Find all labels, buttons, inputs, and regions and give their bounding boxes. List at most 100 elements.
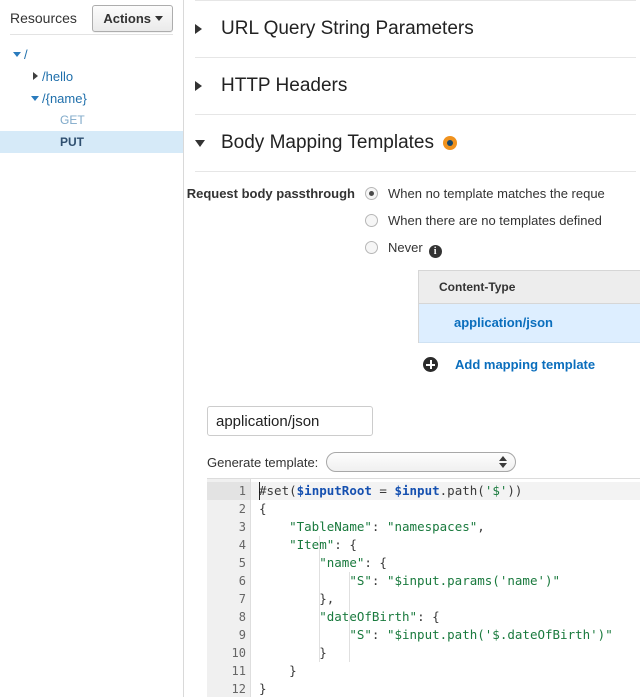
section-title: URL Query String Parameters <box>221 18 474 40</box>
sidebar-header: Resources Actions <box>0 0 183 34</box>
code-line: "S": "$input.params('name')" <box>251 572 640 590</box>
editor-caret <box>259 482 260 500</box>
code-token-punct: : { <box>417 609 440 624</box>
content-type-column-header: Content-Type <box>419 271 640 304</box>
radio-label-2[interactable]: Neveri <box>388 240 442 258</box>
radio-2[interactable] <box>365 241 378 254</box>
line-number: 6 <box>207 572 250 590</box>
code-token-punct <box>259 573 349 588</box>
line-number: 8 <box>207 608 250 626</box>
code-token-str: "S" <box>349 627 372 642</box>
code-line: "Item": { <box>251 536 640 554</box>
code-token-dir: #set <box>259 483 289 498</box>
tree-item-name[interactable]: /{name} <box>0 87 183 109</box>
request-body-passthrough-group: Request body passthroughWhen no template… <box>185 172 640 277</box>
code-line: "TableName": "namespaces", <box>251 518 640 536</box>
chevron-right-icon[interactable] <box>28 72 42 80</box>
code-token-punct: : <box>372 573 387 588</box>
section-body-mapping-templates: Body Mapping Templates <box>185 115 640 172</box>
code-line: }, <box>251 590 640 608</box>
content-type-input[interactable] <box>207 406 373 436</box>
tree-item-[interactable]: / <box>0 43 183 65</box>
code-token-punct: : <box>372 519 387 534</box>
info-icon[interactable]: i <box>429 245 442 258</box>
code-token-str: "TableName" <box>289 519 372 534</box>
code-token-punct: }, <box>259 591 334 606</box>
code-token-str: "dateOfBirth" <box>319 609 417 624</box>
code-token-punct <box>259 555 319 570</box>
code-token-punct: } <box>259 681 267 696</box>
content-type-link[interactable]: application/json <box>454 315 553 330</box>
editor-line-numbers[interactable]: 123456789101112 <box>207 479 251 697</box>
section-header-url-query-string-parameters[interactable]: URL Query String Parameters <box>185 1 640 57</box>
generate-template-select[interactable] <box>326 452 516 472</box>
table-row[interactable]: application/json <box>419 304 640 343</box>
tree-item-label: /{name} <box>42 91 87 106</box>
generate-template-row: Generate template: <box>207 452 516 472</box>
section-http-headers: HTTP Headers <box>185 58 640 115</box>
code-token-punct: } <box>259 645 327 660</box>
chevron-right-icon <box>195 24 211 34</box>
radio-label-1[interactable]: When there are no templates defined <box>388 213 602 229</box>
section-title: Body Mapping Templates <box>221 132 434 154</box>
tree-item-label: PUT <box>60 135 84 149</box>
code-token-punct: ( <box>289 483 297 498</box>
code-token-punct <box>259 537 289 552</box>
code-line: #set($inputRoot = $input.path('$')) <box>251 482 640 500</box>
code-line: } <box>251 662 640 680</box>
code-token-str: '$' <box>485 483 508 498</box>
mapping-template-editor[interactable]: 123456789101112 #set($inputRoot = $input… <box>207 478 640 697</box>
code-token-str: "name" <box>319 555 364 570</box>
app-root: Resources Actions / /hello /{name} GET PUT U… <box>0 0 640 697</box>
radio-0[interactable] <box>365 187 378 200</box>
code-token-punct <box>259 609 319 624</box>
radio-label-0[interactable]: When no template matches the reque <box>388 186 605 202</box>
line-number: 12 <box>207 680 250 697</box>
tree-item-label: / <box>24 47 28 62</box>
section-header-http-headers[interactable]: HTTP Headers <box>185 58 640 114</box>
code-token-dir: path <box>447 483 477 498</box>
line-number: 9 <box>207 626 250 644</box>
line-number: 7 <box>207 590 250 608</box>
resource-tree: / /hello /{name} GET PUT <box>0 35 183 153</box>
content-type-table: Content-Type application/json <box>418 270 640 343</box>
tree-item-label: /hello <box>42 69 73 84</box>
resources-sidebar: Resources Actions / /hello /{name} GET PUT <box>0 0 184 697</box>
code-line: } <box>251 644 640 662</box>
method-execution-panel: URL Query String Parameters HTTP Headers… <box>185 0 640 697</box>
code-line: "dateOfBirth": { <box>251 608 640 626</box>
section-header-body-mapping-templates[interactable]: Body Mapping Templates <box>185 115 640 171</box>
sidebar-title: Resources <box>10 10 92 26</box>
line-number: 11 <box>207 662 250 680</box>
code-line: "name": { <box>251 554 640 572</box>
code-token-str: "namespaces" <box>387 519 477 534</box>
code-token-str: "Item" <box>289 537 334 552</box>
chevron-down-icon[interactable] <box>10 52 24 57</box>
code-token-punct: ( <box>477 483 485 498</box>
chevron-down-icon[interactable] <box>28 96 42 101</box>
tree-item-hello[interactable]: /hello <box>0 65 183 87</box>
add-mapping-template-button[interactable]: Add mapping template <box>418 357 595 372</box>
passthrough-option-row: Neveri <box>185 240 640 258</box>
section-divider <box>195 171 636 172</box>
editor-code-area[interactable]: #set($inputRoot = $input.path('$')){ "Ta… <box>251 479 640 697</box>
code-token-var: $input <box>394 483 439 498</box>
code-token-str: "$input.params('name')" <box>387 573 560 588</box>
line-number: 5 <box>207 554 250 572</box>
code-token-var: $inputRoot <box>297 483 372 498</box>
section-title: HTTP Headers <box>221 75 347 97</box>
actions-button[interactable]: Actions <box>92 5 173 32</box>
chevron-down-icon <box>195 140 211 147</box>
tree-item-PUT[interactable]: PUT <box>0 131 183 153</box>
add-mapping-template-label: Add mapping template <box>455 357 595 372</box>
code-token-str: "S" <box>349 573 372 588</box>
tree-item-GET[interactable]: GET <box>0 109 183 131</box>
radio-1[interactable] <box>365 214 378 227</box>
passthrough-option-row: When there are no templates defined <box>185 213 640 229</box>
code-token-op: = <box>372 483 395 498</box>
actions-button-label: Actions <box>103 11 151 26</box>
code-token-str: "$input.path('$.dateOfBirth')" <box>387 627 613 642</box>
code-line: } <box>251 680 640 697</box>
line-number: 2 <box>207 500 250 518</box>
code-line: "S": "$input.path('$.dateOfBirth')" <box>251 626 640 644</box>
